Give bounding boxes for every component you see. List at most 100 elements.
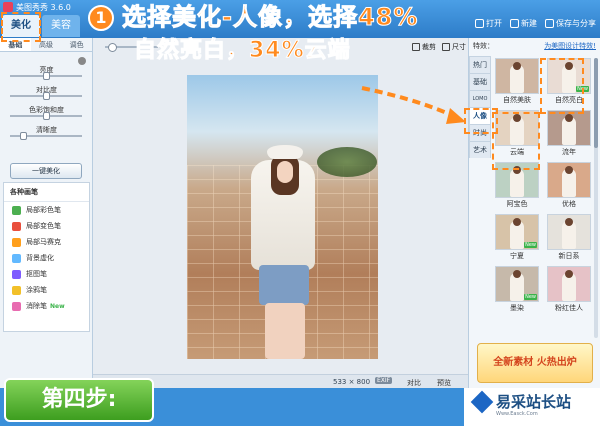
brush-label: 局部马赛克 [26,238,61,246]
effect-category[interactable]: 基础 [469,73,491,90]
effect-thumbnail [495,58,539,94]
reset-icon[interactable] [78,57,86,65]
watermark-sub: Www.Easck.Com [496,411,538,417]
resize-label: 尺寸 [452,43,466,51]
watermark-logo-icon [470,390,494,414]
brush-icon [12,238,21,247]
effect-thumbnail [547,214,591,250]
brush-item[interactable]: 消除笔 New [4,298,89,314]
effect-thumbnail: New [495,266,539,302]
effect-category[interactable]: LOMO [469,90,491,107]
exif-button[interactable]: EXIF [375,377,393,384]
tab-beauty[interactable]: 美容 [42,15,80,37]
brush-label: 局部彩色笔 [26,206,61,214]
preview-button[interactable]: 预览 [437,378,451,388]
watermark-text: 易采站长站 [496,393,572,411]
effects-scrollbar[interactable] [594,58,598,338]
effect-item[interactable]: 新日系 [547,214,591,262]
brush-item[interactable]: 局部变色笔 [4,218,89,234]
effect-item[interactable]: New 宁夏 [495,214,539,262]
annotation-arrow [361,86,466,124]
app-logo-icon [3,2,13,12]
slider-label: 清晰度 [36,126,57,134]
image-size-readout: 533 × 800 [333,378,371,386]
highlight-cloud [492,112,540,170]
effect-item[interactable]: 优格 [547,162,591,210]
save-icon [545,19,554,28]
new-badge: New [524,294,537,300]
save-share-button[interactable]: 保存与分享 [545,18,596,29]
step-badge: 第四步: [4,378,154,422]
effect-thumbnail [547,266,591,302]
brush-icon [12,286,21,295]
open-label: 打开 [486,19,502,28]
crop-label: 裁剪 [422,43,436,51]
slider-row: 对比度 [0,85,92,101]
effect-item[interactable]: 流年 [547,110,591,158]
brush-item[interactable]: 局部彩色笔 [4,202,89,218]
annotation-step-number: 1 [88,5,114,31]
effect-item[interactable]: 自然美肤 [495,58,539,106]
slider-knob[interactable] [43,72,50,80]
compare-button[interactable]: 对比 [407,378,421,388]
highlight-natural-white [540,58,584,114]
watermark: 易采站长站 Www.Easck.Com [464,388,600,426]
crop-icon [412,43,420,51]
annotation-line1: 选择美化-人像，选择48% [121,3,419,31]
brush-icon [12,254,21,263]
new-icon [510,19,519,28]
tab-color[interactable]: 调色 [61,38,92,51]
brush-box: 各种画笔 局部彩色笔 局部变色笔 局部马赛克 背景虚化 抠图笔 涂鸦笔 消除笔 New [3,182,90,332]
new-label: 新建 [521,19,537,28]
new-badge: New [524,242,537,248]
crop-button[interactable]: 裁剪 [412,42,436,52]
brush-label: 涂鸦笔 [26,286,47,294]
effect-label: 阿宝色 [506,200,528,208]
brush-label: 抠图笔 [26,270,47,278]
adjust-box: 亮度对比度色彩饱和度清晰度 一键美化 [0,52,92,179]
tool-row: 裁剪 尺寸 [412,42,466,52]
effect-category[interactable]: 热门 [469,56,491,73]
resize-button[interactable]: 尺寸 [442,42,466,52]
effects-header: 特效： 为美图设计特效! [469,38,600,54]
effect-thumbnail [547,110,591,146]
top-actions: 打开 新建 保存与分享 [475,18,596,29]
photo-canvas[interactable] [187,75,378,359]
ad-text: 全新素材 火热出炉 [493,357,577,368]
brush-item[interactable]: 涂鸦笔 [4,282,89,298]
save-share-label: 保存与分享 [556,19,596,28]
one-click-beautify-button[interactable]: 一键美化 [10,163,82,179]
slider-knob[interactable] [19,132,27,140]
slider-knob[interactable] [43,92,50,100]
new-button[interactable]: 新建 [510,18,537,29]
effect-label: 流年 [562,148,576,156]
ad-banner[interactable]: 全新素材 火热出炉 [477,343,593,383]
effect-label: 宁夏 [510,252,524,260]
effects-title: 特效： [473,42,494,50]
brush-icon [12,222,21,231]
new-badge: New [50,303,65,310]
brush-icon [12,302,21,311]
effect-label: 新日系 [558,252,580,260]
brush-icon [12,206,21,215]
brush-item[interactable]: 抠图笔 [4,266,89,282]
slider-row: 色彩饱和度 [0,105,92,121]
highlight-beautify-tab [1,12,41,42]
brush-label: 消除笔 [26,302,47,310]
annotation-line2: 自然亮白，34%云端 [134,38,351,64]
effect-label: 优格 [562,200,576,208]
slider-row: 亮度 [0,65,92,81]
effect-thumbnail [547,162,591,198]
brush-item[interactable]: 背景虚化 [4,250,89,266]
brush-item[interactable]: 局部马赛克 [4,234,89,250]
effect-label: 墨染 [510,304,524,312]
slider-knob[interactable] [43,112,50,120]
effect-item[interactable]: 粉红佳人 [547,266,591,314]
effect-category[interactable]: 艺术 [469,141,491,158]
brush-icon [12,270,21,279]
resize-icon [442,43,450,51]
slider-row: 清晰度 [0,125,92,141]
effect-item[interactable]: New 墨染 [495,266,539,314]
design-effects-link[interactable]: 为美图设计特效! [544,41,596,51]
open-button[interactable]: 打开 [475,18,502,29]
